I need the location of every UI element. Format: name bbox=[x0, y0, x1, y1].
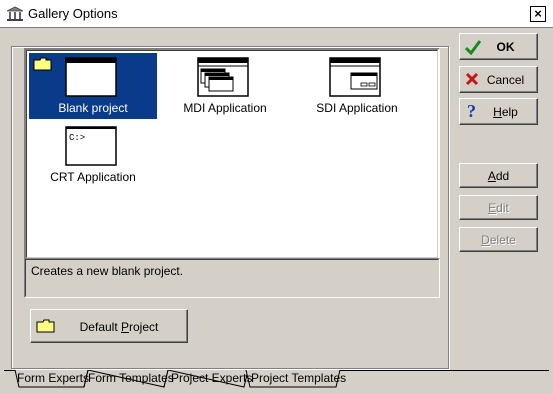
cancel-button[interactable]: Cancel bbox=[459, 66, 538, 93]
add-label: Add bbox=[487, 169, 510, 183]
crt-application-icon: C:> bbox=[65, 126, 117, 166]
default-project-label: Default Project bbox=[79, 320, 159, 334]
tab-form-experts[interactable]: Form Experts bbox=[17, 370, 89, 388]
ok-label: OK bbox=[496, 40, 515, 54]
tab-project-templates[interactable]: Project Templates bbox=[251, 370, 346, 388]
edit-label: Edit bbox=[488, 201, 509, 215]
gallery-list[interactable]: Blank project MDI Application SDI Applic… bbox=[24, 48, 440, 260]
blank-project-icon bbox=[65, 57, 117, 97]
mdi-application-icon bbox=[197, 57, 249, 97]
tab-project-experts[interactable]: Project Experts bbox=[171, 370, 252, 388]
add-button[interactable]: Add bbox=[459, 163, 538, 188]
gallery-item-mdi-application[interactable]: MDI Application bbox=[161, 53, 289, 119]
help-button[interactable]: ? Help bbox=[459, 98, 538, 125]
gallery-app-icon bbox=[6, 6, 24, 21]
gallery-item-label: Blank project bbox=[58, 101, 128, 115]
close-button[interactable]: × bbox=[530, 6, 546, 22]
sdi-application-icon bbox=[329, 57, 381, 97]
gallery-item-label: MDI Application bbox=[183, 101, 267, 115]
gallery-item-crt-application[interactable]: C:> CRT Application bbox=[29, 122, 157, 188]
tab-form-templates[interactable]: Form Templates bbox=[88, 370, 174, 388]
dialog-client: Blank project MDI Application SDI Applic… bbox=[0, 28, 553, 394]
crt-prompt-text: C:> bbox=[69, 133, 85, 143]
description-text: Creates a new blank project. bbox=[31, 264, 184, 278]
delete-button[interactable]: Delete bbox=[459, 227, 538, 252]
gallery-item-label: CRT Application bbox=[50, 170, 136, 184]
edit-button[interactable]: Edit bbox=[459, 195, 538, 220]
delete-label: Delete bbox=[481, 233, 516, 247]
gallery-item-blank-project[interactable]: Blank project bbox=[29, 53, 157, 119]
default-project-button[interactable]: Default Project bbox=[30, 309, 188, 343]
window-title: Gallery Options bbox=[28, 6, 118, 21]
help-label: Help bbox=[493, 105, 518, 119]
description-panel: Creates a new blank project. bbox=[24, 258, 440, 298]
folder-icon bbox=[33, 57, 52, 71]
title-bar[interactable]: Gallery Options × bbox=[0, 0, 553, 28]
tab-strip: Form Experts Form Templates Project Expe… bbox=[0, 370, 553, 394]
gallery-item-sdi-application[interactable]: SDI Application bbox=[293, 53, 421, 119]
gallery-item-label: SDI Application bbox=[316, 101, 398, 115]
ok-button[interactable]: OK bbox=[459, 33, 538, 60]
cancel-label: Cancel bbox=[486, 73, 525, 87]
